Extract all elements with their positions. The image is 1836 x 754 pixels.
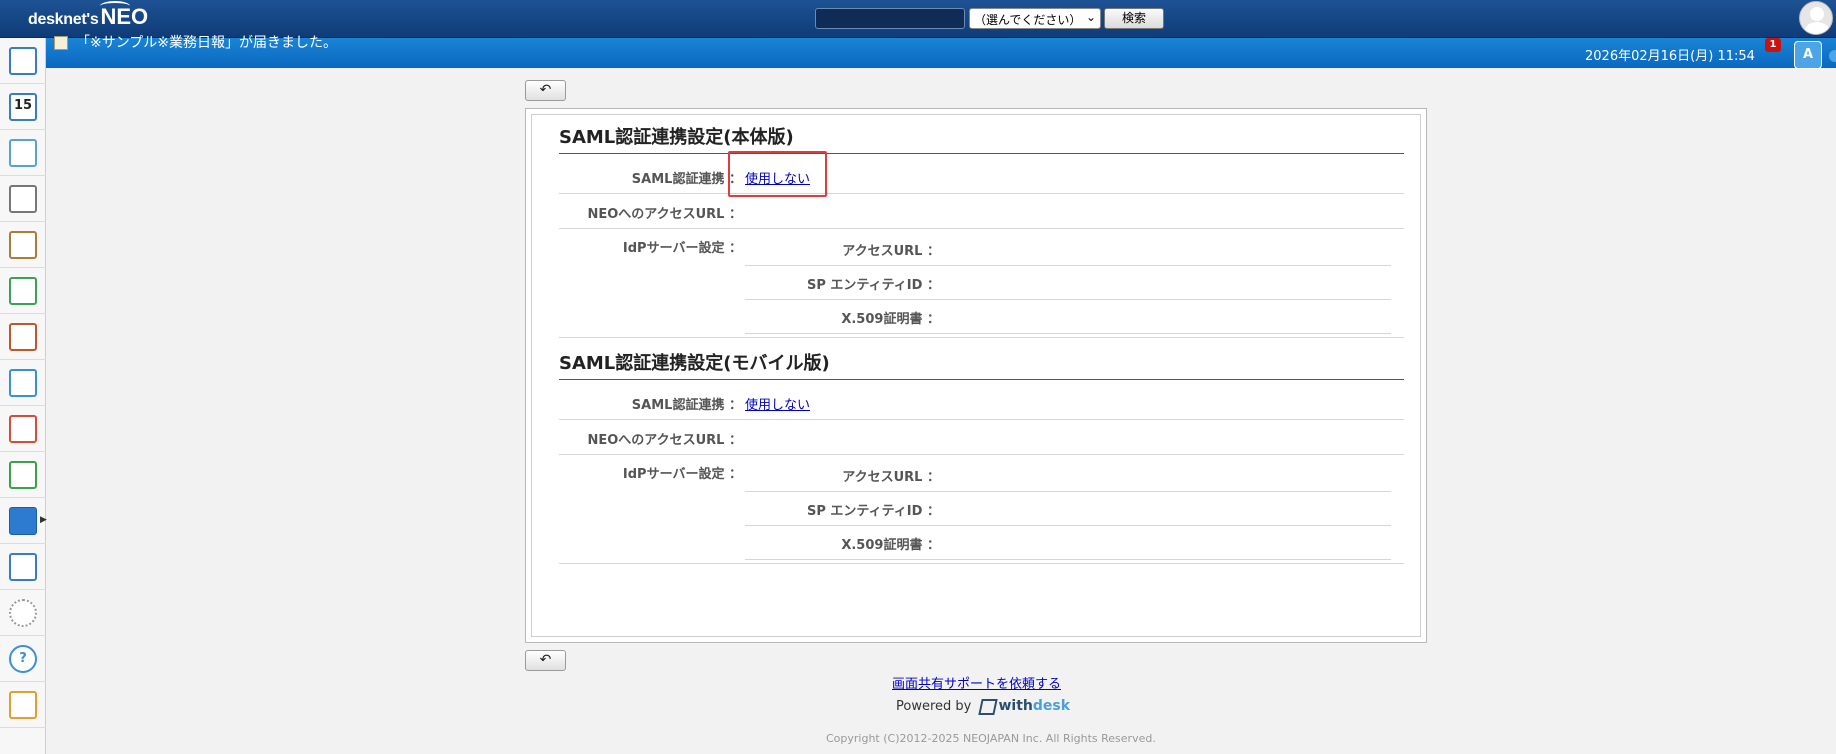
rabbit-icon	[9, 461, 37, 489]
calendar-icon: 15	[9, 93, 37, 121]
sidebar-item-neo-settings[interactable]: ▶	[0, 498, 47, 544]
help-icon: ?	[9, 645, 37, 673]
back-button-top[interactable]: ↶	[525, 80, 566, 101]
sub-row-divider	[745, 525, 1391, 526]
notification-bar: 「※サンプル※業務日報」が届きました。 2026年02月16日(月) 11:54…	[46, 35, 1836, 69]
sp-entity-label-main: SP エンティティID ：	[806, 278, 940, 293]
list-settings-icon	[9, 553, 37, 581]
powered-by: Powered by withdesk	[896, 698, 1070, 715]
saml-settings-panel: SAML認証連携設定(本体版) SAML認証連携 ： 使用しない NEOへのアク…	[525, 108, 1427, 643]
logo-swoosh	[100, 1, 130, 11]
copyright-text: Copyright (C)2012-2025 NEOJAPAN Inc. All…	[826, 732, 1156, 745]
access-url-label-mobile: アクセスURL ：	[842, 470, 940, 485]
idp-label-main: IdPサーバー設定 ：	[622, 241, 742, 256]
sidebar-item-workflow[interactable]	[0, 268, 46, 314]
cabinet-icon	[9, 323, 37, 351]
row-divider	[559, 337, 1404, 338]
sidebar-item-rabbit[interactable]	[0, 452, 46, 498]
sub-row-divider	[745, 559, 1391, 560]
portal-icon	[9, 47, 37, 75]
sub-row-divider	[745, 491, 1391, 492]
notification-message[interactable]: 「※サンプル※業務日報」が届きました。	[54, 32, 337, 52]
gear-icon	[9, 599, 37, 627]
saml-value-link-mobile[interactable]: 使用しない	[745, 394, 810, 413]
chevron-down-icon: ⌄	[1085, 10, 1096, 24]
saml-settings-inner: SAML認証連携設定(本体版) SAML認証連携 ： 使用しない NEOへのアク…	[531, 114, 1421, 637]
idp-label-mobile: IdPサーバー設定 ：	[622, 467, 742, 482]
neo-url-label-mobile: NEOへのアクセスURL ：	[587, 433, 742, 448]
panel-toggle-handle[interactable]	[1829, 50, 1836, 62]
section-title-main: SAML認証連携設定(本体版)	[559, 123, 1404, 154]
x509-label-main: X.509証明書 ：	[841, 312, 940, 327]
saml-label-mobile: SAML認証連携 ：	[631, 398, 742, 413]
facility-icon	[9, 139, 37, 167]
row-divider	[559, 454, 1404, 455]
back-button-bottom[interactable]: ↶	[525, 650, 566, 671]
avatar-head	[1810, 7, 1824, 21]
sidebar-item-todo[interactable]	[0, 222, 46, 268]
saml-label-main: SAML認証連携 ：	[631, 172, 742, 187]
screen-share-support-link[interactable]: 画面共有サポートを依頼する	[892, 673, 1061, 692]
sidebar-item-calendar[interactable]: 15	[0, 84, 46, 130]
sidebar-item-apps[interactable]	[0, 406, 46, 452]
row-divider	[559, 228, 1404, 229]
sidebar-item-support[interactable]	[0, 682, 46, 728]
withdesk-brand[interactable]: withdesk	[999, 698, 1071, 714]
support-icon	[9, 691, 37, 719]
sidebar-item-mail[interactable]	[0, 360, 46, 406]
sidebar-item-cabinet[interactable]	[0, 314, 46, 360]
notification-text: 「※サンプル※業務日報」が届きました。	[76, 35, 338, 51]
user-avatar[interactable]	[1799, 1, 1833, 35]
apps-icon	[9, 415, 37, 443]
notice-document-icon	[54, 36, 68, 50]
withdesk-logo-icon	[977, 698, 998, 715]
sub-row-divider	[745, 265, 1391, 266]
highlight-box	[728, 151, 827, 197]
sidebar-item-help[interactable]: ?	[0, 636, 46, 682]
search-input[interactable]	[815, 8, 965, 29]
sidebar-item-bulletin[interactable]	[0, 176, 46, 222]
avatar-body	[1804, 22, 1830, 34]
sub-row-divider	[745, 333, 1391, 334]
chevron-right-icon: ▶	[40, 515, 47, 525]
row-divider	[559, 419, 1404, 420]
search-button[interactable]: 検索	[1104, 8, 1164, 29]
sidebar-item-gear[interactable]	[0, 590, 46, 636]
current-datetime: 2026年02月16日(月) 11:54	[1585, 49, 1755, 64]
app-sidebar: 15 ▶?	[0, 38, 47, 754]
workflow-icon	[9, 277, 37, 305]
todo-icon	[9, 231, 37, 259]
sp-entity-label-mobile: SP エンティティID ：	[806, 504, 940, 519]
neo-url-label-main: NEOへのアクセスURL ：	[587, 207, 742, 222]
sidebar-item-portal[interactable]	[0, 38, 46, 84]
access-url-label-main: アクセスURL ：	[842, 244, 940, 259]
sidebar-item-facility[interactable]	[0, 130, 46, 176]
logo-small-text: desknet's	[28, 11, 99, 28]
row-divider	[559, 193, 1404, 194]
sidebar-item-list-settings[interactable]	[0, 544, 46, 590]
neo-settings-icon	[9, 507, 37, 535]
notification-badge: 1	[1765, 38, 1781, 52]
section-title-mobile: SAML認証連携設定(モバイル版)	[559, 349, 1404, 380]
desknets-neo-logo[interactable]: desknet'sNEO	[28, 1, 148, 30]
powered-by-text: Powered by	[896, 699, 972, 714]
info-broadcast-icon[interactable]: A	[1794, 41, 1822, 69]
search-scope-value: （選んでください）	[974, 13, 1082, 27]
row-divider	[559, 563, 1404, 564]
bulletin-icon	[9, 185, 37, 213]
mail-icon	[9, 369, 37, 397]
sub-row-divider	[745, 299, 1391, 300]
x509-label-mobile: X.509証明書 ：	[841, 538, 940, 553]
search-scope-select[interactable]: （選んでください） ⌄	[969, 8, 1101, 29]
